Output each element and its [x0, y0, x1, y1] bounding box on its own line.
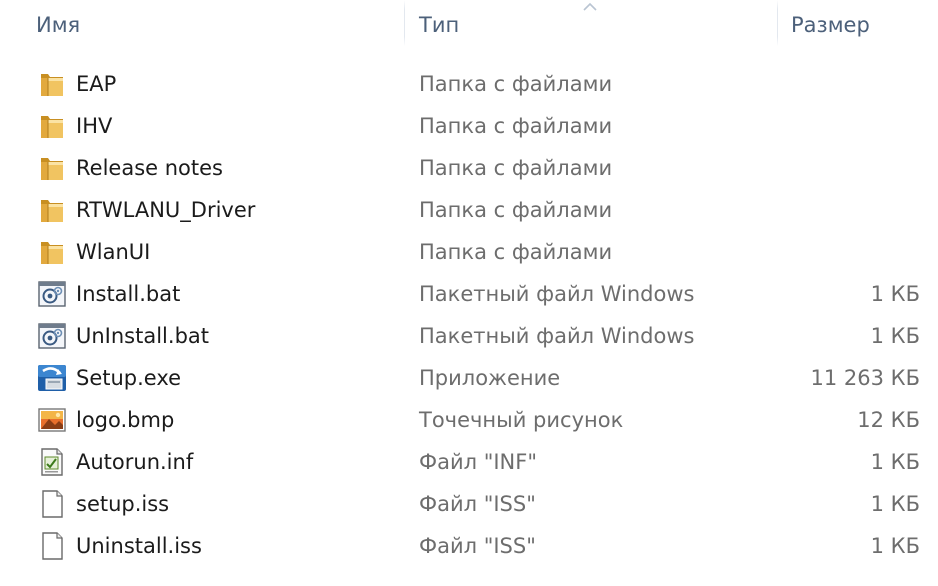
file-size: 1 КБ [870, 282, 920, 306]
file-size: 1 КБ [870, 534, 920, 558]
sort-ascending-icon [583, 2, 597, 11]
column-header-bar: Имя Тип Размер [0, 0, 938, 50]
column-header-name-label: Имя [36, 13, 81, 37]
folder-icon [37, 111, 67, 141]
setup-installer-icon [37, 363, 67, 393]
file-type: Папка с файлами [419, 72, 613, 96]
file-name: WlanUI [76, 240, 151, 264]
file-row[interactable]: setup.iss Файл "ISS" 1 КБ [0, 483, 938, 525]
blank-file-icon [37, 531, 67, 561]
folder-icon [37, 69, 67, 99]
file-row[interactable]: Install.bat Пакетный файл Windows 1 КБ [0, 273, 938, 315]
file-row[interactable]: logo.bmp Точечный рисунок 12 КБ [0, 399, 938, 441]
batch-file-icon [37, 321, 67, 351]
file-size: 1 КБ [870, 450, 920, 474]
file-name: UnInstall.bat [76, 324, 210, 348]
file-size: 12 КБ [857, 408, 920, 432]
file-row[interactable]: EAP Папка с файлами [0, 63, 938, 105]
column-header-size-label: Размер [791, 13, 870, 37]
folder-icon [37, 153, 67, 183]
file-name: EAP [76, 72, 117, 96]
file-row[interactable]: Release notes Папка с файлами [0, 147, 938, 189]
file-name: logo.bmp [76, 408, 175, 432]
folder-icon [37, 237, 67, 267]
file-type: Папка с файлами [419, 240, 613, 264]
file-row[interactable]: WlanUI Папка с файлами [0, 231, 938, 273]
file-row[interactable]: Uninstall.iss Файл "ISS" 1 КБ [0, 525, 938, 567]
file-row[interactable]: Autorun.inf Файл "INF" 1 КБ [0, 441, 938, 483]
file-row[interactable]: UnInstall.bat Пакетный файл Windows 1 КБ [0, 315, 938, 357]
file-list: EAP Папка с файлами IHV Папка с файлами Re… [0, 63, 938, 567]
column-header-name[interactable]: Имя [0, 0, 404, 50]
file-type: Папка с файлами [419, 198, 613, 222]
blank-file-icon [37, 489, 67, 519]
inf-file-icon [37, 447, 67, 477]
file-name: Setup.exe [76, 366, 182, 390]
file-type: Точечный рисунок [419, 408, 624, 432]
file-row[interactable]: RTWLANU_Driver Папка с файлами [0, 189, 938, 231]
file-name: Autorun.inf [76, 450, 194, 474]
file-type: Папка с файлами [419, 114, 613, 138]
file-name: setup.iss [76, 492, 170, 516]
file-size: 1 КБ [870, 492, 920, 516]
file-type: Папка с файлами [419, 156, 613, 180]
file-size: 1 КБ [870, 324, 920, 348]
file-type: Файл "INF" [419, 450, 537, 474]
file-type: Файл "ISS" [419, 492, 536, 516]
file-name: Install.bat [76, 282, 181, 306]
file-type: Приложение [419, 366, 561, 390]
folder-icon [37, 195, 67, 225]
file-row[interactable]: Setup.exe Приложение 11 263 КБ [0, 357, 938, 399]
bitmap-image-icon [37, 405, 67, 435]
file-name: IHV [76, 114, 113, 138]
file-type: Пакетный файл Windows [419, 282, 695, 306]
file-name: Release notes [76, 156, 223, 180]
file-type: Пакетный файл Windows [419, 324, 695, 348]
batch-file-icon [37, 279, 67, 309]
file-row[interactable]: IHV Папка с файлами [0, 105, 938, 147]
file-name: Uninstall.iss [76, 534, 202, 558]
column-header-type-label: Тип [419, 13, 460, 37]
file-size: 11 263 КБ [810, 366, 920, 390]
file-type: Файл "ISS" [419, 534, 536, 558]
file-name: RTWLANU_Driver [76, 198, 256, 222]
column-header-size[interactable]: Размер [778, 0, 938, 50]
